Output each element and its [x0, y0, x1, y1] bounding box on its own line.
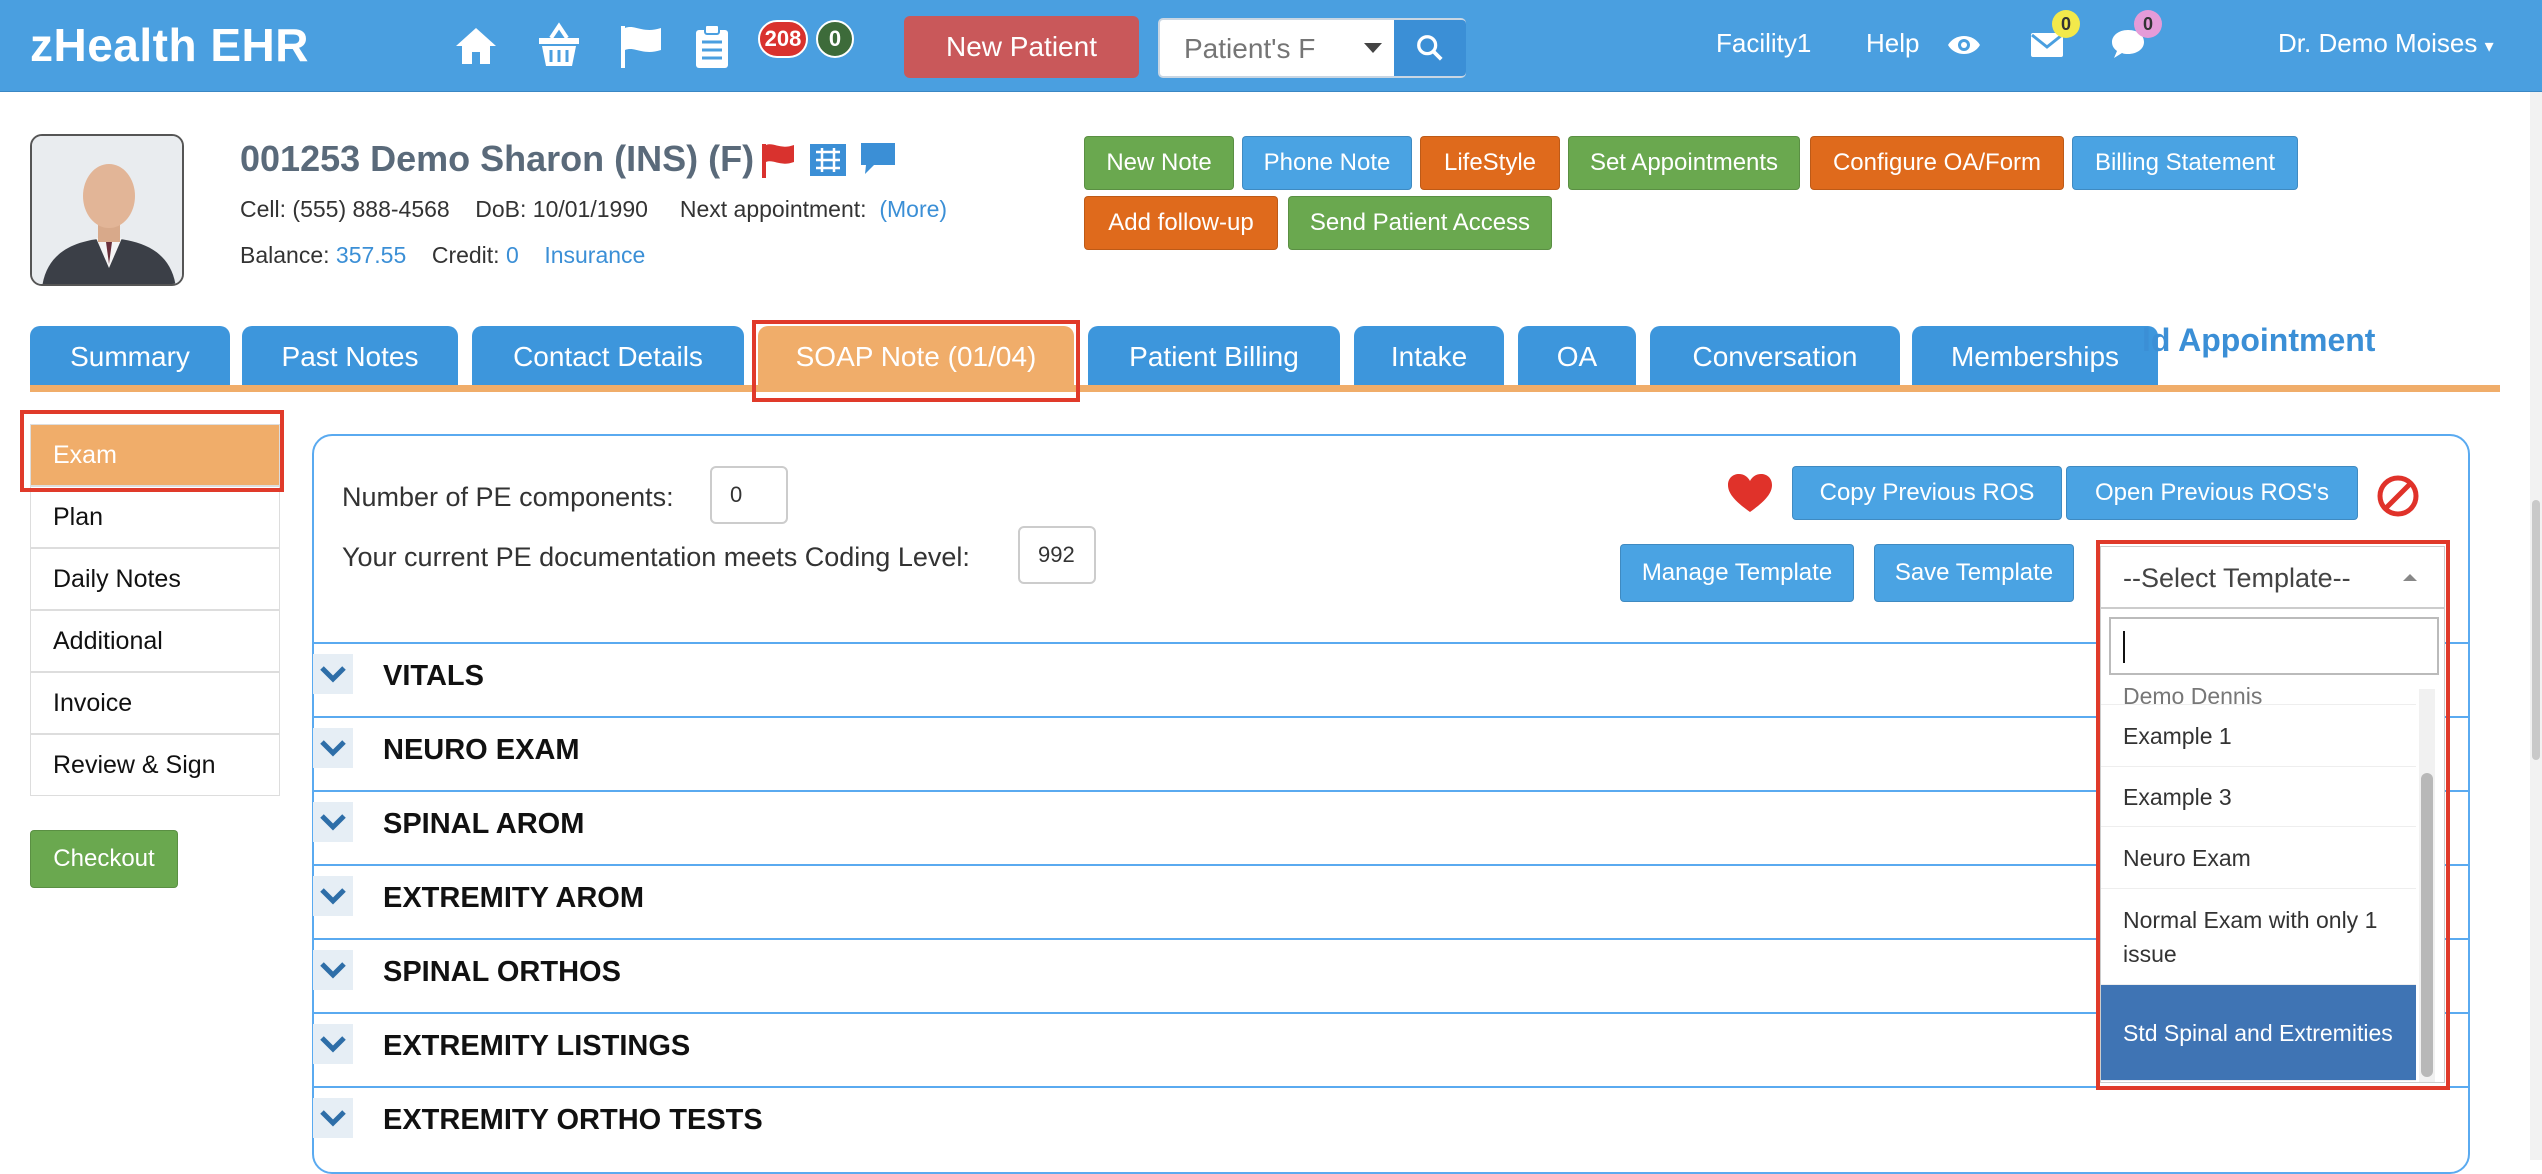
tab-oa[interactable]: OA — [1518, 326, 1636, 388]
chevron-down-icon[interactable] — [1358, 32, 1388, 62]
chevron-down-icon[interactable] — [313, 1098, 353, 1138]
patient-search-box — [1158, 18, 1466, 78]
home-icon[interactable] — [452, 22, 500, 70]
tab-contact-details[interactable]: Contact Details — [472, 326, 744, 388]
set-appointments-button[interactable]: Set Appointments — [1568, 136, 1800, 190]
credit-link[interactable]: 0 — [506, 242, 519, 268]
clipboard-icon[interactable] — [688, 22, 736, 70]
coding-level-label: Your current PE documentation meets Codi… — [342, 542, 970, 572]
cell-value: (555) 888-4568 — [292, 196, 450, 222]
section-title: SPINAL ORTHOS — [383, 956, 621, 988]
patient-name: 001253 Demo Sharon (INS) (F) — [240, 138, 755, 179]
tab-conversation[interactable]: Conversation — [1650, 326, 1900, 388]
section-title: NEURO EXAM — [383, 734, 580, 766]
eye-icon[interactable] — [1946, 30, 1982, 60]
sidebar-item-additional[interactable]: Additional — [30, 610, 280, 672]
app-brand[interactable]: zHealth EHR — [30, 18, 309, 72]
sidebar-item-review-sign[interactable]: Review & Sign — [30, 734, 280, 796]
save-template-button[interactable]: Save Template — [1874, 544, 2074, 602]
notification-badge-red[interactable]: 208 — [758, 20, 808, 58]
dob-value: 10/01/1990 — [532, 196, 648, 222]
open-previous-ros-button[interactable]: Open Previous ROS's — [2066, 466, 2358, 520]
add-appointment-link[interactable]: ld Appointment — [2142, 322, 2375, 359]
highlight-box-exam — [20, 410, 284, 492]
chevron-down-icon[interactable] — [313, 802, 353, 842]
pe-components-label: Number of PE components: — [342, 482, 674, 512]
sidebar-item-daily-notes[interactable]: Daily Notes — [30, 548, 280, 610]
heart-icon[interactable] — [1726, 472, 1774, 514]
more-appointments-link[interactable]: (More) — [879, 196, 947, 222]
search-button[interactable] — [1394, 20, 1466, 76]
tab-intake[interactable]: Intake — [1354, 326, 1504, 388]
basket-icon[interactable] — [535, 22, 583, 70]
tab-summary[interactable]: Summary — [30, 326, 230, 388]
new-patient-button[interactable]: New Patient — [904, 16, 1139, 78]
section-title: EXTREMITY LISTINGS — [383, 1030, 691, 1062]
tab-underline — [30, 385, 2500, 392]
user-name: Dr. Demo Moises — [2278, 28, 2478, 58]
highlight-box-template — [2096, 540, 2450, 1090]
balance-link[interactable]: 357.55 — [336, 242, 406, 268]
copy-previous-ros-button[interactable]: Copy Previous ROS — [1792, 466, 2062, 520]
chevron-down-icon[interactable] — [313, 1024, 353, 1064]
send-patient-access-button[interactable]: Send Patient Access — [1288, 196, 1552, 250]
section-extremity-ortho-tests[interactable]: EXTREMITY ORTHO TESTS — [313, 1086, 2468, 1159]
flag-icon[interactable] — [617, 22, 665, 70]
help-link[interactable]: Help — [1866, 28, 1919, 59]
notification-badge-green[interactable]: 0 — [816, 20, 854, 58]
page-scroll-thumb[interactable] — [2532, 500, 2540, 760]
checkout-button[interactable]: Checkout — [30, 830, 178, 888]
comment-icon[interactable] — [858, 140, 898, 178]
search-icon — [1417, 35, 1443, 61]
add-followup-button[interactable]: Add follow-up — [1084, 196, 1278, 250]
cancel-icon[interactable] — [2376, 474, 2420, 518]
tab-past-notes[interactable]: Past Notes — [242, 326, 458, 388]
credit-label: Credit: — [431, 242, 500, 268]
user-menu[interactable]: Dr. Demo Moises ▾ — [2278, 28, 2494, 59]
chevron-down-icon[interactable] — [313, 876, 353, 916]
balance-label: Balance: — [240, 242, 330, 268]
billing-statement-button[interactable]: Billing Statement — [2072, 136, 2298, 190]
patient-avatar — [30, 134, 184, 286]
pe-components-input[interactable]: 0 — [710, 466, 788, 524]
section-title: VITALS — [383, 660, 484, 692]
dob-label: DoB: — [475, 196, 527, 222]
coding-level-input[interactable]: 992 — [1018, 526, 1096, 584]
chat-count-badge: 0 — [2134, 10, 2162, 38]
lifestyle-button[interactable]: LifeStyle — [1420, 136, 1560, 190]
chevron-down-icon[interactable] — [313, 950, 353, 990]
patient-balance-line: Balance: 357.55 Credit: 0 Insurance — [240, 242, 645, 269]
patient-search-input[interactable] — [1182, 28, 1372, 70]
tab-patient-billing[interactable]: Patient Billing — [1088, 326, 1340, 388]
next-appointment-label: Next appointment: — [679, 196, 867, 222]
tab-memberships[interactable]: Memberships — [1912, 326, 2158, 388]
red-flag-icon[interactable] — [758, 142, 798, 178]
section-title: SPINAL AROM — [383, 808, 585, 840]
manage-template-button[interactable]: Manage Template — [1620, 544, 1854, 602]
section-title: EXTREMITY ORTHO TESTS — [383, 1104, 763, 1136]
insurance-card-icon[interactable] — [808, 142, 848, 178]
caret-down-icon: ▾ — [2484, 36, 2494, 56]
highlight-box-soap-tab — [752, 320, 1080, 402]
mail-count-badge: 0 — [2052, 10, 2080, 38]
sidebar-item-plan[interactable]: Plan — [30, 486, 280, 548]
facility-link[interactable]: Facility1 — [1716, 28, 1811, 59]
chevron-down-icon[interactable] — [313, 728, 353, 768]
configure-oa-form-button[interactable]: Configure OA/Form — [1810, 136, 2064, 190]
section-title: EXTREMITY AROM — [383, 882, 645, 914]
chevron-down-icon[interactable] — [313, 654, 353, 694]
patient-contact-line: Cell: (555) 888-4568 DoB: 10/01/1990 Nex… — [240, 196, 947, 223]
new-note-button[interactable]: New Note — [1084, 136, 1234, 190]
sidebar-item-invoice[interactable]: Invoice — [30, 672, 280, 734]
phone-note-button[interactable]: Phone Note — [1242, 136, 1412, 190]
cell-label: Cell: — [240, 196, 287, 222]
insurance-link[interactable]: Insurance — [544, 242, 645, 268]
